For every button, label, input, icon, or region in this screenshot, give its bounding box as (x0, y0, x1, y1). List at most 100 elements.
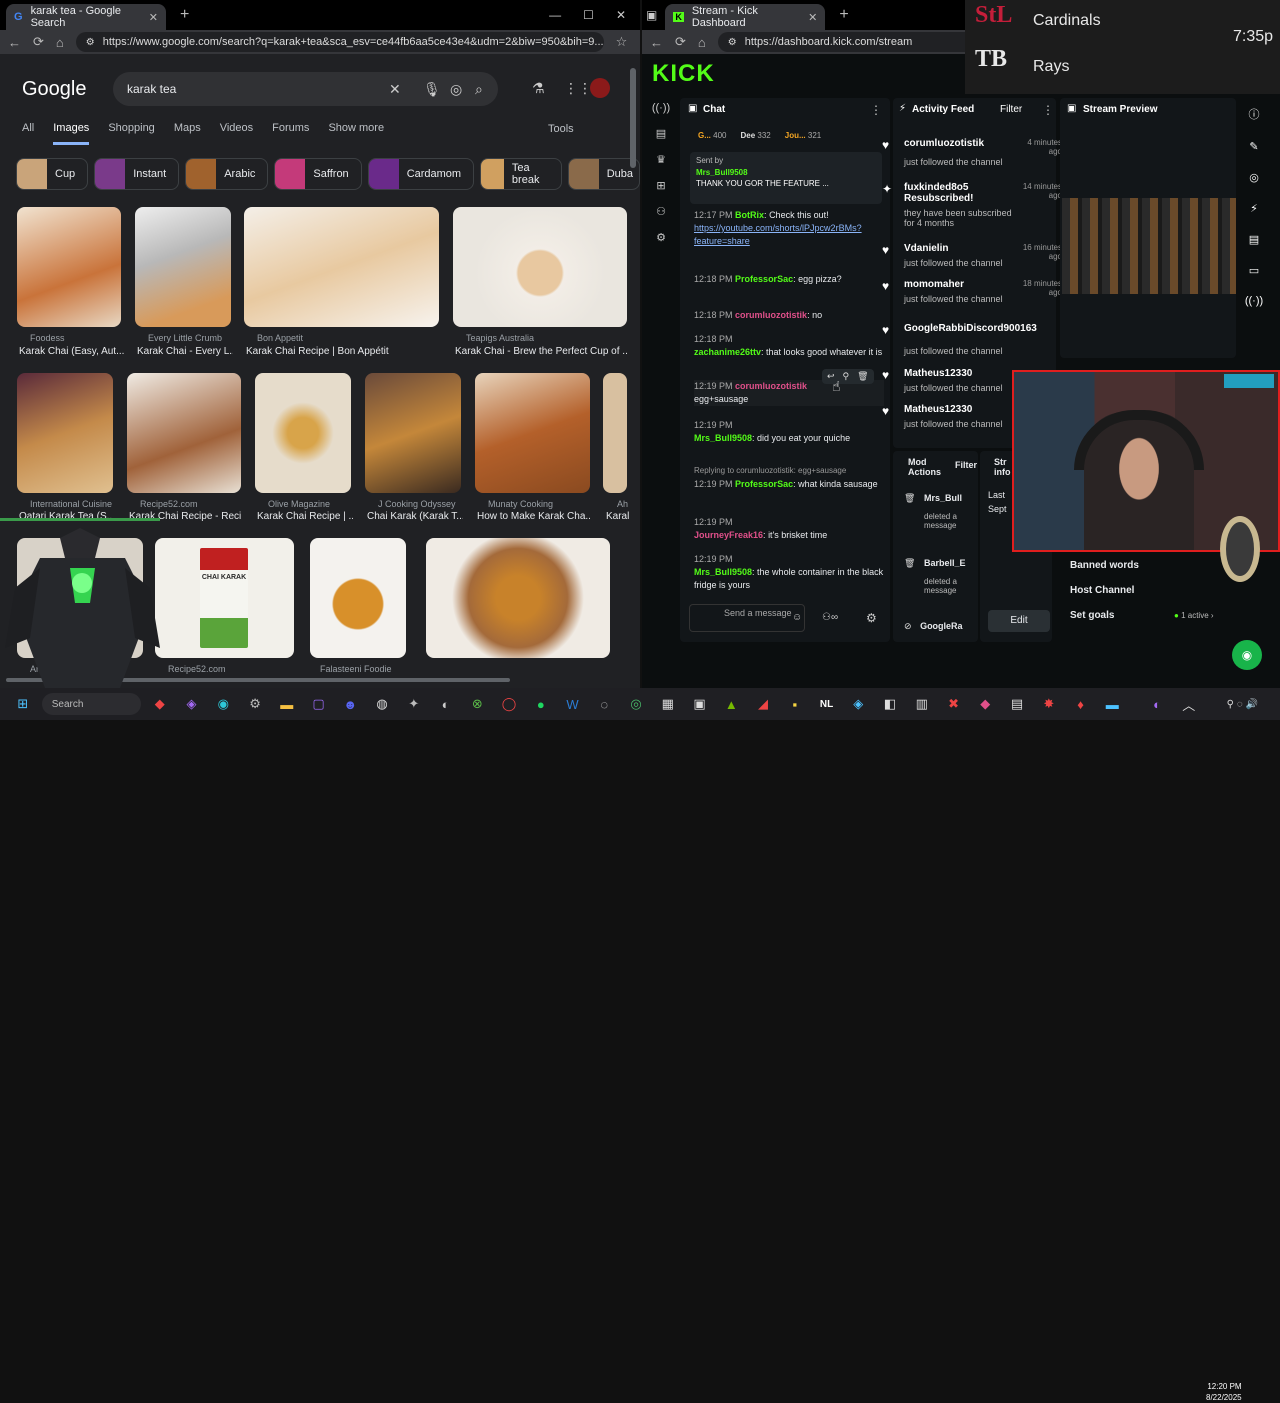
signal-icon[interactable]: ((·)) (1245, 295, 1263, 307)
info-icon[interactable]: ⓘ (1249, 106, 1260, 122)
app-icon[interactable]: ▢ (306, 693, 332, 715)
result-image[interactable] (135, 207, 231, 327)
app-icon[interactable]: ✖ (941, 693, 967, 715)
close-tab-icon[interactable]: ✕ (808, 11, 817, 24)
app-icon[interactable]: ✸ (1036, 693, 1062, 715)
reload-icon[interactable]: ⟳ (675, 34, 686, 50)
chat-bubble-icon[interactable]: ▭ (1249, 264, 1259, 277)
edit-button[interactable]: Edit (988, 610, 1050, 632)
home-icon[interactable]: ⌂ (698, 35, 706, 50)
search-input[interactable]: karak tea ✕ 🎙 ◎ ⌕ (113, 72, 498, 106)
tab-videos[interactable]: Videos (220, 122, 253, 145)
chip-cup[interactable]: Cup (16, 158, 89, 190)
reload-icon[interactable]: ⟳ (33, 34, 44, 50)
image-caption[interactable]: Karak Chai - Brew the Perfect Cup of ... (455, 346, 627, 357)
app-icon[interactable]: ◈ (179, 693, 205, 715)
site-info-icon[interactable]: ⚙ (728, 37, 737, 48)
chip-cardamom[interactable]: Cardamom (367, 158, 475, 190)
result-image[interactable] (426, 538, 610, 658)
tab-show-more[interactable]: Show more (328, 122, 384, 145)
app-icon[interactable]: ▣ (687, 693, 713, 715)
home-icon[interactable]: ⌂ (56, 35, 64, 50)
activity-filter[interactable]: Filter (1000, 104, 1022, 115)
quick-action-set-goals[interactable]: Set goals (1070, 610, 1114, 621)
result-image[interactable] (255, 373, 351, 493)
image-caption[interactable]: Karak Chai (Easy, Aut... (19, 346, 131, 357)
result-image[interactable] (17, 207, 121, 327)
url-field[interactable]: ⚙ https://www.google.com/search?q=karak+… (75, 32, 604, 52)
image-caption[interactable]: Chai Karak (Karak T... (367, 511, 463, 522)
image-caption[interactable]: How to Make Karak Cha... (477, 511, 591, 522)
image-caption[interactable]: Karak Chai Recipe | ... (257, 511, 353, 522)
result-image[interactable] (310, 538, 406, 658)
minimize-icon[interactable]: — (549, 8, 561, 22)
search-icon[interactable]: ⌕ (475, 81, 483, 98)
pin-icon[interactable]: ⚲ (843, 371, 850, 382)
result-image[interactable] (365, 373, 461, 493)
trophy-icon[interactable]: ♛ (656, 153, 666, 166)
chat-message[interactable]: 12:18 PM zachanime26ttv: that looks good … (694, 333, 884, 359)
app-icon[interactable]: ◧ (877, 693, 903, 715)
document-icon[interactable]: ▤ (1249, 233, 1259, 246)
stream-preview-thumbnail[interactable] (1062, 198, 1236, 294)
chat-menu-icon[interactable]: ⋮ (870, 103, 882, 117)
result-image[interactable] (453, 207, 627, 327)
start-button[interactable]: ⊞ (10, 693, 36, 715)
lens-icon[interactable]: ◎ (450, 81, 462, 98)
chat-settings-icon[interactable]: ⚙ (866, 611, 877, 625)
result-image[interactable] (17, 373, 113, 493)
back-icon[interactable]: ← (8, 35, 21, 50)
scrollbar[interactable] (630, 68, 636, 168)
image-caption[interactable]: Karal (606, 511, 630, 522)
labs-flask-icon[interactable]: ⚗ (532, 80, 545, 97)
google-logo[interactable]: Google (22, 78, 87, 101)
app-text-icon[interactable]: NL (814, 693, 840, 715)
tab-images[interactable]: Images (53, 122, 90, 145)
tab-shopping[interactable]: Shopping (108, 122, 155, 145)
broadcast-icon[interactable]: ((·)) (652, 102, 670, 114)
nvidia-icon[interactable]: ▲ (718, 693, 744, 715)
settings-icon[interactable]: ⚙ (242, 693, 268, 715)
emote-icon[interactable]: ☺ (792, 612, 802, 623)
chrome-icon[interactable]: ◎ (623, 693, 649, 715)
app-icon[interactable]: ◆ (147, 693, 173, 715)
result-image[interactable] (475, 373, 590, 493)
support-button[interactable]: ◉ (1232, 640, 1262, 670)
mod-filter[interactable]: Filter (955, 460, 977, 470)
close-tab-icon[interactable]: ✕ (149, 11, 158, 24)
app-icon[interactable]: ◌ (591, 693, 617, 715)
tab-forums[interactable]: Forums (272, 122, 309, 145)
delete-icon[interactable]: 🗑 (857, 371, 868, 382)
app-icon[interactable]: ◢ (750, 693, 776, 715)
file-explorer-icon[interactable]: ▬ (274, 693, 300, 715)
pinned-message[interactable]: Sent by Mrs_Bull9508 THANK YOU GOR THE F… (690, 152, 882, 204)
xbox-icon[interactable]: ⊗ (464, 693, 490, 715)
result-image[interactable] (603, 373, 627, 493)
chat-message[interactable]: 12:17 PM BotRix: Check this out! https://… (694, 209, 884, 248)
app-icon[interactable]: ◯ (496, 693, 522, 715)
edit-icon[interactable]: ✎ (1249, 140, 1258, 153)
site-info-icon[interactable]: ⚙ (86, 37, 95, 48)
mod-icon[interactable]: ⊞ (656, 179, 665, 192)
new-tab-icon[interactable]: + (839, 6, 848, 24)
tab-google-search[interactable]: G karak tea - Google Search ✕ (6, 4, 166, 30)
maximize-icon[interactable]: ☐ (583, 8, 594, 22)
tab-maps[interactable]: Maps (174, 122, 201, 145)
tray-icons[interactable]: ⚲ ◌ 🔊 (1208, 693, 1277, 715)
word-icon[interactable]: W (560, 693, 586, 715)
chat-message[interactable]: 12:19 PM Mrs_Bull9508: did you eat your q… (694, 419, 884, 445)
taskbar-search[interactable]: Search (41, 693, 141, 715)
calculator-icon[interactable]: ▦ (655, 693, 681, 715)
chip-saffron[interactable]: Saffron (274, 158, 362, 190)
quick-action-host-channel[interactable]: Host Channel (1070, 585, 1134, 596)
discord-icon[interactable]: ☻ (337, 693, 363, 715)
chat-message[interactable]: 12:18 PM corumluozotistik: no (694, 309, 884, 322)
app-icon[interactable]: ◆ (972, 693, 998, 715)
chip-instant[interactable]: Instant (94, 158, 180, 190)
app-icon[interactable]: ▤ (1004, 693, 1030, 715)
account-avatar[interactable] (590, 78, 610, 98)
chat-message[interactable]: 12:19 PM JourneyFreak16: it's brisket tim… (694, 516, 884, 542)
image-caption[interactable]: Karak Chai Recipe | Bon Appétit (246, 346, 441, 357)
chat-message[interactable]: 12:19 PM ProfessorSac: what kinda sausag… (694, 478, 884, 491)
app-icon[interactable]: ♦ (1068, 693, 1094, 715)
